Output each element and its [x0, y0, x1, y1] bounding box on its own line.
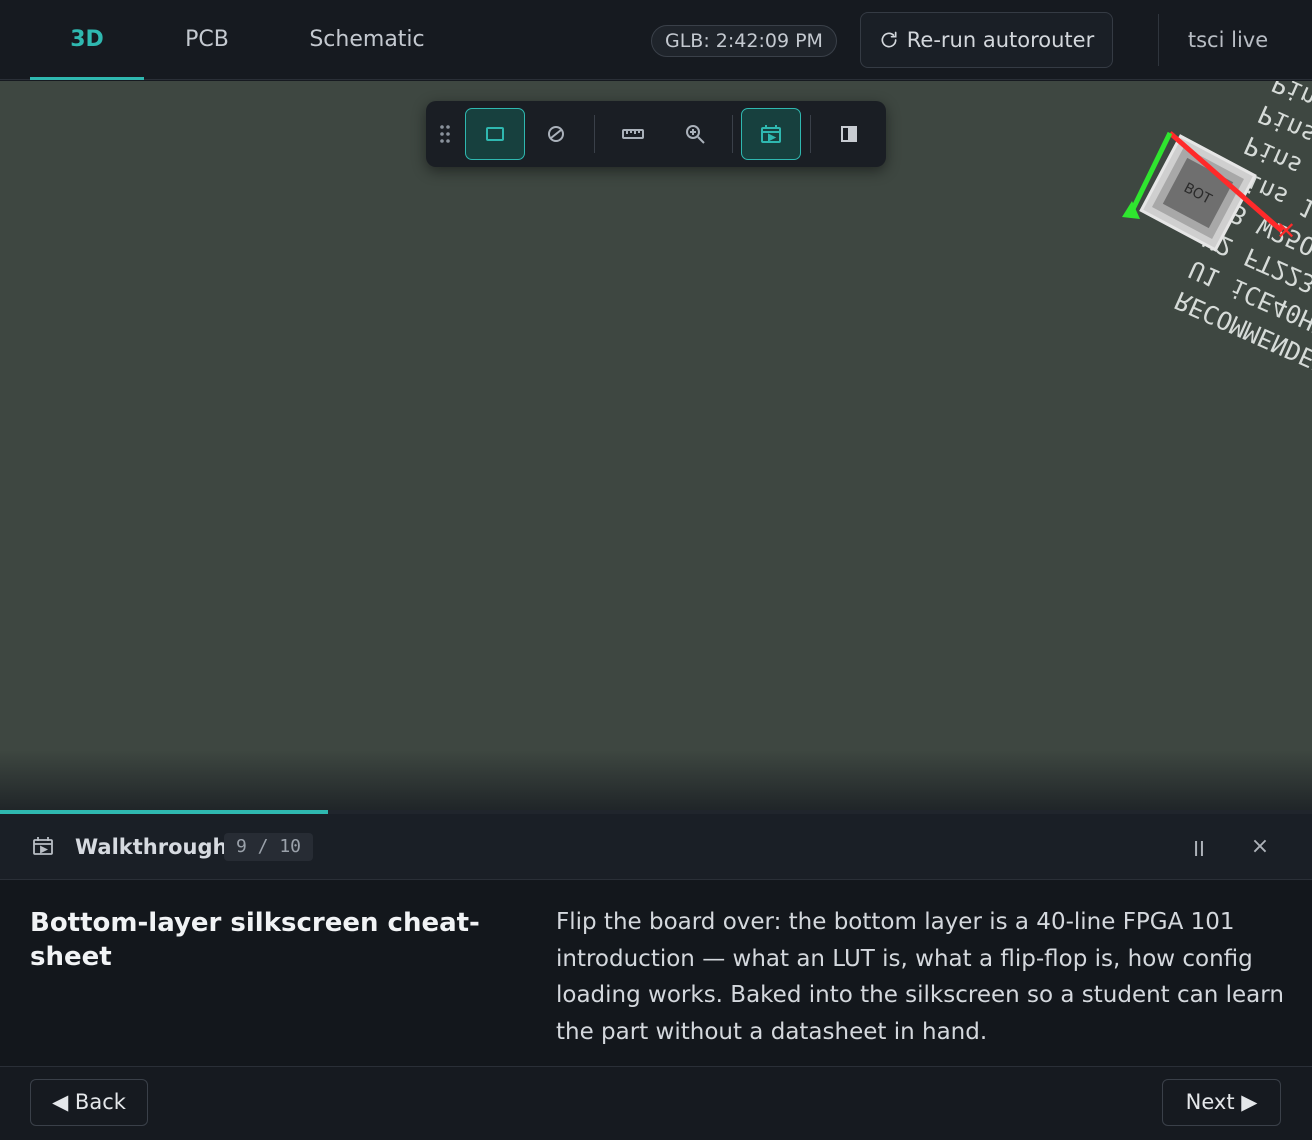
rerun-autorouter-label: Re-run autorouter — [906, 28, 1095, 52]
back-button[interactable]: ◀ Back — [30, 1079, 148, 1126]
tab-3d[interactable]: 3D — [30, 0, 144, 80]
x-axis-icon: ✕ — [1276, 217, 1296, 245]
walkthrough-step-counter: 9 / 10 — [224, 833, 314, 861]
eraser-icon — [548, 126, 564, 142]
viewer-toolbar — [426, 101, 886, 167]
ruler-button[interactable] — [603, 108, 663, 160]
zoom-button[interactable] — [665, 108, 725, 160]
rerun-autorouter-button[interactable]: Re-run autorouter — [860, 12, 1113, 68]
rectangle-view-icon — [486, 127, 504, 141]
tab-schematic[interactable]: Schematic — [290, 0, 444, 80]
close-button[interactable]: × — [1247, 834, 1273, 860]
rectangle-view-button[interactable] — [465, 108, 525, 160]
glb-status-badge: GLB: 2:42:09 PM — [651, 25, 837, 57]
next-button[interactable]: Next ▶ — [1162, 1079, 1281, 1126]
drag-handle-icon[interactable] — [438, 123, 452, 145]
walkthrough-icon — [33, 837, 53, 855]
step-title: Bottom-layer silkscreen cheat-sheet — [30, 908, 480, 972]
tab-pcb[interactable]: PCB — [164, 0, 250, 80]
eraser-button[interactable] — [526, 108, 586, 160]
orientation-gizmo[interactable]: BOT ✕ — [1110, 121, 1310, 301]
walkthrough-footer: ◀ Back Next ▶ — [0, 1068, 1312, 1140]
panel-toggle-button[interactable] — [819, 108, 879, 160]
3d-viewport[interactable]: RECOMMENDED BOM (JLCPCBU1 iCE40HX1K-VQ10… — [0, 81, 1312, 810]
pause-button[interactable]: II — [1186, 836, 1212, 862]
zoom-icon — [686, 125, 705, 144]
walkthrough-step: Bottom-layer silkscreen cheat-sheet Flip… — [0, 880, 1312, 1067]
toolbar-divider — [594, 115, 595, 153]
header-divider — [1158, 14, 1159, 66]
top-bar: 3D PCB Schematic GLB: 2:42:09 PM Re-run … — [0, 0, 1312, 80]
walkthrough-header: Walkthrough 9 / 10 II × — [0, 814, 1312, 880]
ruler-icon — [622, 129, 644, 139]
step-description: Flip the board over: the bottom layer is… — [556, 909, 1284, 1045]
walkthrough-title: Walkthrough — [75, 835, 228, 859]
refresh-icon — [881, 31, 897, 48]
toolbar-divider — [732, 115, 733, 153]
panel-toggle-icon — [841, 126, 857, 142]
toolbar-divider — [810, 115, 811, 153]
tsci-live-link[interactable]: tsci live — [1176, 0, 1280, 80]
walkthrough-button[interactable] — [741, 108, 801, 160]
walkthrough-icon — [761, 125, 781, 143]
